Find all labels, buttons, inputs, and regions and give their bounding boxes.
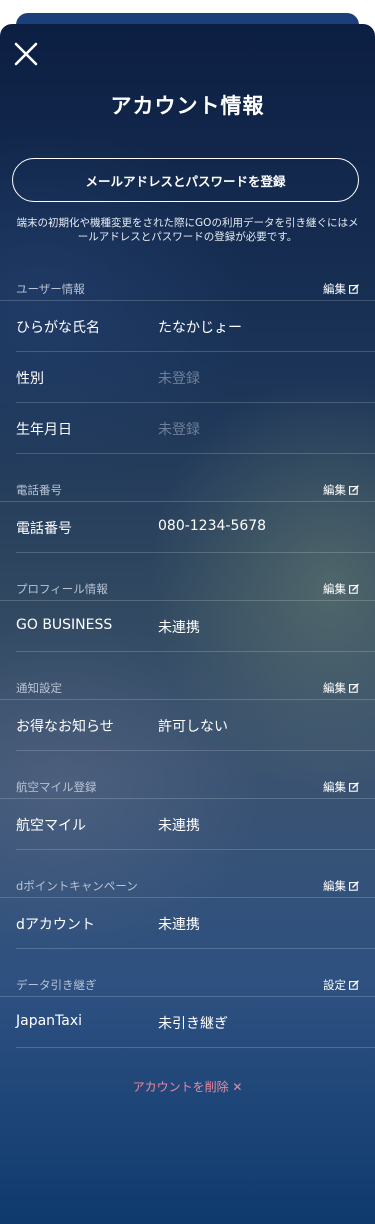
row-value: 未連携 xyxy=(158,818,200,834)
row-value: 未連携 xyxy=(158,917,200,933)
row-key: お得なお知らせ xyxy=(16,719,114,735)
close-button[interactable] xyxy=(10,38,42,70)
section-label: プロフィール情報 xyxy=(16,582,108,596)
delete-account-link[interactable]: アカウントを削除 ✕ xyxy=(0,1078,375,1095)
edit-label: 編集 xyxy=(323,681,346,695)
edit-phone-button[interactable]: 編集 xyxy=(323,482,359,498)
section-label: 航空マイル登録 xyxy=(16,780,97,794)
row-key: GO BUSINESS xyxy=(16,617,113,633)
row-key: dアカウント xyxy=(16,917,95,933)
section-label: 通知設定 xyxy=(16,681,62,695)
edit-label: 編集 xyxy=(323,483,346,497)
account-sheet: アカウント情報 メールアドレスとパスワードを登録 端末の初期化や機種変更をされた… xyxy=(0,24,375,1224)
section-user-info: ユーザー情報 編集 xyxy=(0,274,375,301)
edit-icon xyxy=(349,683,359,693)
edit-icon xyxy=(349,284,359,294)
row-value: たなかじょー xyxy=(158,320,242,336)
row-key: ひらがな氏名 xyxy=(16,320,100,336)
edit-icon xyxy=(349,881,359,891)
edit-profile-button[interactable]: 編集 xyxy=(323,581,359,597)
section-label: dポイントキャンペーン xyxy=(16,879,138,893)
list-item-name[interactable]: ひらがな氏名 たなかじょー xyxy=(16,301,375,352)
edit-icon xyxy=(349,782,359,792)
section-label: データ引き継ぎ xyxy=(16,978,97,992)
edit-label: 設定 xyxy=(323,978,346,992)
section-mileage: 航空マイル登録 編集 xyxy=(0,772,375,799)
section-notification: 通知設定 編集 xyxy=(0,673,375,700)
section-phone: 電話番号 編集 xyxy=(0,475,375,502)
section-profile: プロフィール情報 編集 xyxy=(0,574,375,601)
row-key: 航空マイル xyxy=(16,818,86,834)
section-dpoint: dポイントキャンペーン 編集 xyxy=(0,871,375,898)
edit-mileage-button[interactable]: 編集 xyxy=(323,779,359,795)
register-email-password-button[interactable]: メールアドレスとパスワードを登録 xyxy=(12,158,359,202)
row-value: 未連携 xyxy=(158,620,200,636)
transfer-note: 端末の初期化や機種変更をされた際にGOの利用データを引き継ぐにはメールアドレスと… xyxy=(16,217,359,243)
edit-label: 編集 xyxy=(323,582,346,596)
page-title: アカウント情報 xyxy=(110,94,265,118)
list-item-japantaxi[interactable]: JapanTaxi 未引き継ぎ xyxy=(16,997,375,1048)
section-label: ユーザー情報 xyxy=(16,282,85,296)
list-item-gender[interactable]: 性別 未登録 xyxy=(16,352,375,403)
list-item-mileage[interactable]: 航空マイル 未連携 xyxy=(16,799,375,850)
edit-user-info-button[interactable]: 編集 xyxy=(323,281,359,297)
row-key: 生年月日 xyxy=(16,422,72,438)
row-value: 許可しない xyxy=(158,719,228,735)
edit-dpoint-button[interactable]: 編集 xyxy=(323,878,359,894)
list-item-go-business[interactable]: GO BUSINESS 未連携 xyxy=(16,601,375,652)
section-label: 電話番号 xyxy=(16,483,62,497)
list-item-birthday[interactable]: 生年月日 未登録 xyxy=(16,403,375,454)
list-item-deals[interactable]: お得なお知らせ 許可しない xyxy=(16,700,375,751)
row-value: 080-1234-5678 xyxy=(158,518,267,534)
sections: ユーザー情報 編集 ひらがな氏名 たなかじょー 性別 未登録 生年月日 未登録 … xyxy=(0,274,375,1048)
row-value: 未引き継ぎ xyxy=(158,1016,228,1032)
edit-label: 編集 xyxy=(323,780,346,794)
row-key: JapanTaxi xyxy=(16,1013,83,1029)
edit-label: 編集 xyxy=(323,879,346,893)
settings-transfer-button[interactable]: 設定 xyxy=(323,977,359,993)
row-key: 性別 xyxy=(16,371,44,387)
edit-icon xyxy=(349,485,359,495)
row-value: 未登録 xyxy=(158,371,200,387)
row-key: 電話番号 xyxy=(16,521,72,537)
row-value: 未登録 xyxy=(158,422,200,438)
list-item-d-account[interactable]: dアカウント 未連携 xyxy=(16,898,375,949)
edit-notification-button[interactable]: 編集 xyxy=(323,680,359,696)
list-item-phone[interactable]: 電話番号 080-1234-5678 xyxy=(16,502,375,553)
edit-icon xyxy=(349,980,359,990)
edit-label: 編集 xyxy=(323,282,346,296)
section-data-transfer: データ引き継ぎ 設定 xyxy=(0,970,375,997)
close-icon xyxy=(14,42,38,66)
edit-icon xyxy=(349,584,359,594)
